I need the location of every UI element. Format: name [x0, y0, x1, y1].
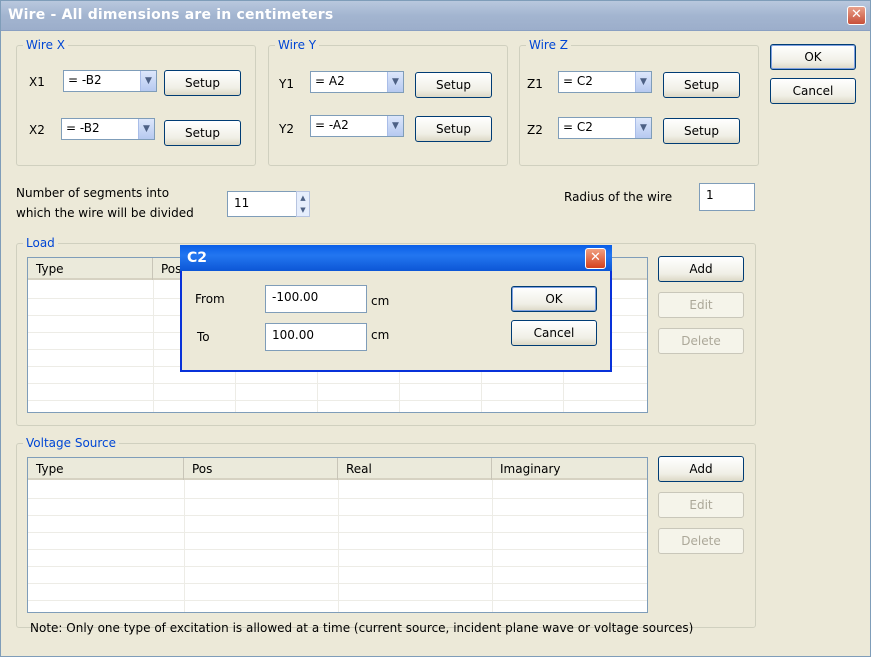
segments-label-line1: Number of segments into	[16, 186, 170, 200]
chevron-down-icon[interactable]: ▼	[635, 72, 651, 92]
y2-label: Y2	[279, 122, 294, 136]
wire-window: Wire - All dimensions are in centimeters…	[0, 0, 871, 657]
radius-input[interactable]: 1	[699, 183, 755, 211]
x2-value: = -B2	[66, 121, 100, 135]
voltage-table[interactable]: Type Pos Real Imaginary	[27, 457, 648, 613]
chevron-down-icon[interactable]: ▼	[387, 72, 403, 92]
table-row[interactable]	[28, 499, 647, 516]
load-label: Load	[23, 236, 58, 250]
wire-x-label: Wire X	[23, 38, 69, 52]
voltage-col-type[interactable]: Type	[28, 458, 184, 480]
chevron-down-icon[interactable]: ▼	[635, 118, 651, 138]
table-row[interactable]	[28, 533, 647, 550]
table-row[interactable]	[28, 482, 647, 499]
radius-label: Radius of the wire	[564, 190, 673, 204]
table-row[interactable]	[28, 384, 647, 401]
window-title: Wire - All dimensions are in centimeters	[8, 7, 334, 23]
z1-value: = C2	[563, 74, 593, 88]
chevron-down-icon[interactable]: ▼	[387, 116, 403, 136]
chevron-up-icon[interactable]: ▲	[297, 192, 309, 204]
load-delete-button[interactable]: Delete	[658, 328, 744, 354]
z2-setup-button[interactable]: Setup	[663, 118, 740, 144]
voltage-add-button[interactable]: Add	[658, 456, 744, 482]
table-row[interactable]	[28, 567, 647, 584]
y1-label: Y1	[279, 77, 294, 91]
x1-value: = -B2	[68, 73, 102, 87]
table-row[interactable]	[28, 550, 647, 567]
wire-y-label: Wire Y	[275, 38, 320, 52]
voltage-delete-button[interactable]: Delete	[658, 528, 744, 554]
z2-value: = C2	[563, 120, 593, 134]
z1-setup-button[interactable]: Setup	[663, 72, 740, 98]
voltage-label: Voltage Source	[23, 436, 120, 450]
dialog-ok-button[interactable]: OK	[511, 286, 597, 312]
y2-setup-button[interactable]: Setup	[415, 116, 492, 142]
to-label: To	[197, 330, 210, 344]
wire-z-label: Wire Z	[526, 38, 572, 52]
from-unit: cm	[371, 294, 390, 308]
segments-label-line2: which the wire will be divided	[16, 206, 194, 220]
segments-stepper[interactable]: ▲ ▼	[296, 191, 310, 217]
ok-button[interactable]: OK	[770, 44, 856, 70]
y1-select[interactable]: = A2 ▼	[310, 71, 404, 93]
chevron-down-icon[interactable]: ▼	[297, 204, 309, 216]
chevron-down-icon[interactable]: ▼	[138, 119, 154, 139]
wire-x-group: Wire X	[16, 38, 256, 166]
dialog-title: C2	[187, 250, 208, 266]
table-row[interactable]	[28, 516, 647, 533]
segments-input[interactable]: 11	[227, 191, 297, 217]
excitation-note: Note: Only one type of excitation is all…	[30, 621, 694, 635]
z1-select[interactable]: = C2 ▼	[558, 71, 652, 93]
z1-label: Z1	[527, 77, 543, 91]
window-close-icon[interactable]: ✕	[847, 6, 866, 25]
x2-select[interactable]: = -B2 ▼	[61, 118, 155, 140]
load-col-type[interactable]: Type	[28, 258, 153, 280]
x1-setup-button[interactable]: Setup	[164, 70, 241, 96]
x2-setup-button[interactable]: Setup	[164, 120, 241, 146]
title-bar[interactable]: Wire - All dimensions are in centimeters…	[1, 1, 870, 31]
y2-value: = -A2	[315, 118, 349, 132]
to-input[interactable]: 100.00	[265, 323, 367, 351]
voltage-table-header: Type Pos Real Imaginary	[28, 458, 647, 480]
c2-dialog: C2 ✕ From -100.00 cm To 100.00 cm OK Can…	[180, 245, 612, 372]
z2-select[interactable]: = C2 ▼	[558, 117, 652, 139]
dialog-cancel-button[interactable]: Cancel	[511, 320, 597, 346]
load-edit-button[interactable]: Edit	[658, 292, 744, 318]
y2-select[interactable]: = -A2 ▼	[310, 115, 404, 137]
from-input[interactable]: -100.00	[265, 285, 367, 313]
from-label: From	[195, 292, 225, 306]
chevron-down-icon[interactable]: ▼	[140, 71, 156, 91]
load-add-button[interactable]: Add	[658, 256, 744, 282]
to-unit: cm	[371, 328, 390, 342]
x1-select[interactable]: = -B2 ▼	[63, 70, 157, 92]
y1-setup-button[interactable]: Setup	[415, 72, 492, 98]
wire-y-group: Wire Y	[268, 38, 508, 166]
dialog-close-icon[interactable]: ✕	[585, 248, 606, 269]
x2-label: X2	[29, 123, 45, 137]
x1-label: X1	[29, 75, 45, 89]
y1-value: = A2	[315, 74, 345, 88]
voltage-col-real[interactable]: Real	[338, 458, 492, 480]
wire-z-group: Wire Z	[519, 38, 759, 166]
dialog-title-bar[interactable]: C2 ✕	[180, 245, 612, 271]
voltage-col-pos[interactable]: Pos	[184, 458, 338, 480]
cancel-button[interactable]: Cancel	[770, 78, 856, 104]
z2-label: Z2	[527, 123, 543, 137]
voltage-edit-button[interactable]: Edit	[658, 492, 744, 518]
voltage-col-imaginary[interactable]: Imaginary	[492, 458, 647, 480]
table-row[interactable]	[28, 584, 647, 601]
